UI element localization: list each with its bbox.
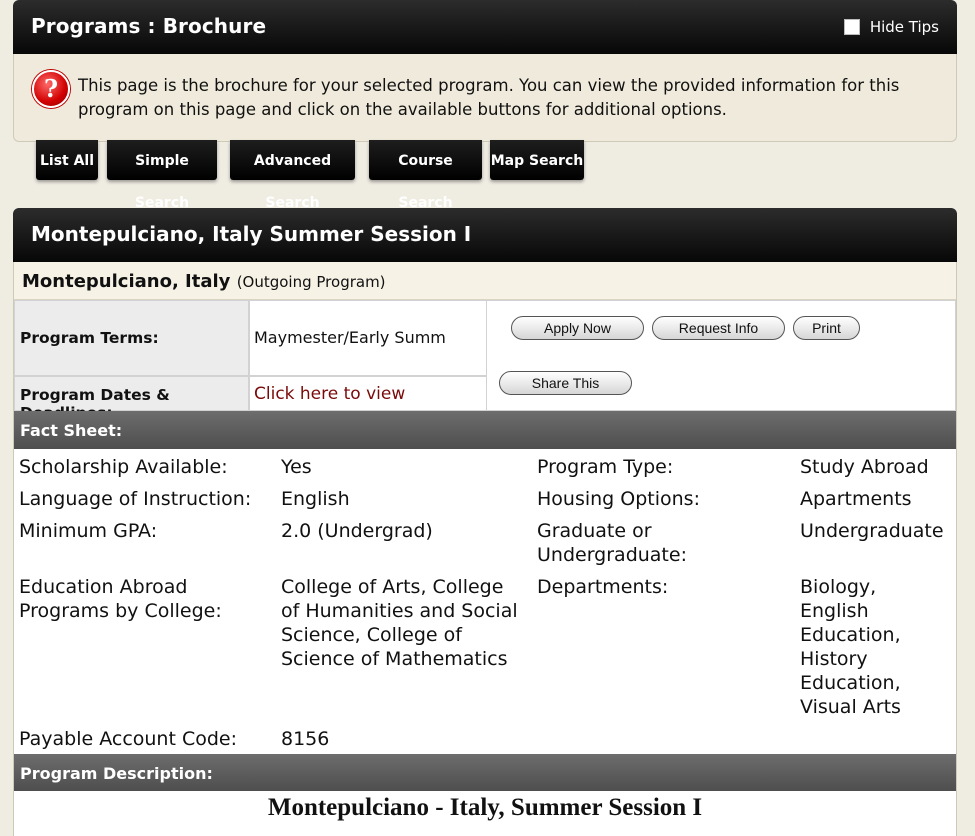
request-info-button[interactable]: Request Info bbox=[652, 316, 785, 340]
department-item: Education, bbox=[800, 672, 901, 694]
dates-label-cell: Program Dates & Deadlines: bbox=[14, 376, 249, 422]
housing-value: Apartments bbox=[800, 488, 912, 510]
location-row: Montepulciano, Italy (Outgoing Program) bbox=[14, 262, 956, 300]
share-this-button[interactable]: Share This bbox=[499, 371, 632, 395]
housing-label: Housing Options: bbox=[537, 488, 700, 510]
description-title: Montepulciano - Italy, Summer Session I bbox=[267, 794, 703, 821]
terms-label-cell: Program Terms: bbox=[14, 300, 249, 376]
grad-value: Undergraduate bbox=[800, 520, 944, 542]
terms-value: Maymester/Early Summ bbox=[254, 328, 446, 347]
grad-label-line: Graduate or bbox=[537, 520, 652, 542]
brochure-page: Programs : Brochure Hide Tips ? This pag… bbox=[0, 0, 975, 836]
tip-text: This page is the brochure for your selec… bbox=[78, 76, 900, 119]
tip-box: ? This page is the brochure for your sel… bbox=[13, 54, 957, 142]
department-item: Biology, bbox=[800, 576, 877, 598]
department-item: History bbox=[800, 648, 868, 670]
program-body: Montepulciano, Italy (Outgoing Program) … bbox=[13, 262, 957, 836]
department-item: Visual Arts bbox=[800, 696, 901, 718]
terms-value-cell: Maymester/Early Summ bbox=[249, 300, 487, 376]
print-button[interactable]: Print bbox=[793, 316, 860, 340]
course-search-button[interactable]: Course Search bbox=[369, 140, 482, 211]
program-header: Montepulciano, Italy Summer Session I bbox=[13, 208, 957, 262]
college-label-line: Education Abroad bbox=[19, 576, 188, 598]
simple-search-button[interactable]: Simple Search bbox=[107, 140, 217, 211]
language-value: English bbox=[281, 488, 350, 510]
hide-tips-toggle[interactable]: Hide Tips bbox=[843, 18, 939, 36]
page-title: Programs : Brochure bbox=[31, 14, 267, 38]
map-search-button[interactable]: Map Search bbox=[490, 140, 584, 180]
location-name: Montepulciano, Italy bbox=[22, 271, 231, 292]
program-location: Montepulciano, Italy (Outgoing Program) bbox=[22, 271, 386, 292]
gpa-label: Minimum GPA: bbox=[19, 520, 158, 542]
program-description-heading: Program Description: bbox=[20, 764, 213, 783]
college-value: College of Arts, College of Humanities a… bbox=[281, 575, 518, 671]
departments-label: Departments: bbox=[537, 576, 669, 598]
program-actions: Apply Now Request Info Print Share This bbox=[486, 300, 956, 411]
account-label: Payable Account Code: bbox=[19, 728, 237, 750]
hide-tips-label: Hide Tips bbox=[869, 18, 939, 36]
college-value-line: Science of Mathematics bbox=[281, 648, 508, 670]
college-label: Education Abroad Programs by College: bbox=[19, 575, 222, 623]
list-all-button[interactable]: List All bbox=[36, 140, 98, 180]
dates-value-cell: Click here to view bbox=[249, 376, 487, 411]
program-terms-grid: Program Terms: Maymester/Early Summ Prog… bbox=[14, 300, 956, 422]
language-label: Language of Instruction: bbox=[19, 488, 252, 510]
scholarship-value: Yes bbox=[281, 456, 312, 478]
college-value-line: College of Arts, College bbox=[281, 576, 504, 598]
scholarship-label: Scholarship Available: bbox=[19, 456, 228, 478]
fact-sheet-heading: Fact Sheet: bbox=[20, 421, 123, 440]
college-label-line: Programs by College: bbox=[19, 600, 222, 622]
gpa-value: 2.0 (Undergrad) bbox=[281, 520, 433, 542]
grad-label-line: Undergraduate: bbox=[537, 544, 687, 566]
dates-link[interactable]: Click here to view bbox=[254, 384, 405, 404]
departments-value: Biology, English Education, History Educ… bbox=[800, 575, 901, 719]
grad-label: Graduate or Undergraduate: bbox=[537, 519, 687, 567]
help-icon: ? bbox=[32, 70, 70, 108]
terms-label: Program Terms: bbox=[20, 329, 159, 347]
college-value-line: Science, College of bbox=[281, 624, 462, 646]
account-value: 8156 bbox=[281, 728, 330, 750]
advanced-search-button[interactable]: Advanced Search bbox=[230, 140, 355, 211]
hide-tips-checkbox[interactable] bbox=[843, 19, 860, 35]
program-title: Montepulciano, Italy Summer Session I bbox=[31, 222, 472, 246]
program-type-value: Study Abroad bbox=[800, 456, 929, 478]
apply-now-button[interactable]: Apply Now bbox=[511, 316, 644, 340]
program-type-label: Program Type: bbox=[537, 456, 674, 478]
college-value-line: of Humanities and Social bbox=[281, 600, 518, 622]
department-item: English bbox=[800, 600, 869, 622]
program-description-bar: Program Description: bbox=[14, 754, 956, 791]
page-header: Programs : Brochure Hide Tips bbox=[13, 0, 957, 54]
location-type: (Outgoing Program) bbox=[236, 273, 386, 291]
department-item: Education, bbox=[800, 624, 901, 646]
fact-sheet-bar: Fact Sheet: bbox=[14, 411, 956, 449]
